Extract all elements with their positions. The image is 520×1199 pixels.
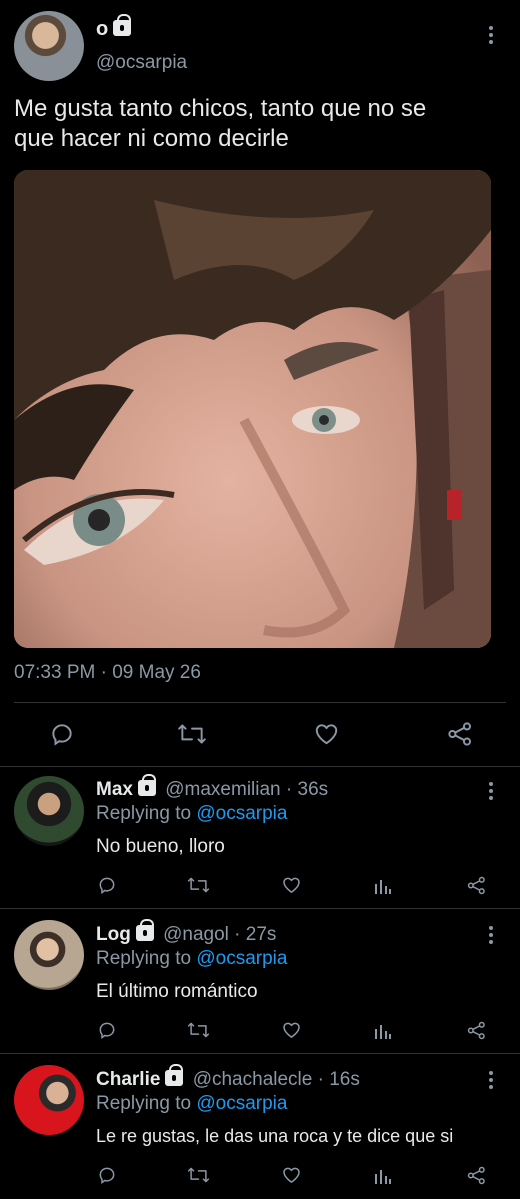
more-icon[interactable]: [489, 1071, 493, 1092]
divider: [0, 908, 520, 909]
replying-to-label: Replying to: [96, 1093, 192, 1114]
reply-display-name[interactable]: Max: [96, 779, 133, 800]
stats-button[interactable]: [374, 876, 392, 895]
reply-icon: [99, 1167, 115, 1184]
reply-text: El último romántico: [96, 981, 258, 1002]
reply-handle-time[interactable]: @maxemilian · 36s: [165, 779, 328, 800]
divider: [14, 702, 506, 703]
retweet-button[interactable]: [187, 1020, 210, 1040]
reply-display-name[interactable]: Charlie: [96, 1069, 160, 1090]
reply-avatar[interactable]: [14, 920, 84, 990]
lock-icon: [165, 1064, 184, 1086]
reply-icon: [99, 1022, 115, 1039]
like-icon: [283, 1167, 300, 1183]
like-icon: [315, 724, 338, 745]
share-button[interactable]: [446, 720, 474, 748]
stats-icon: [375, 1025, 391, 1039]
author-display-name[interactable]: o: [96, 18, 108, 40]
reply-text: No bueno, lloro: [96, 836, 225, 857]
like-button[interactable]: [281, 1165, 302, 1185]
retweet-button[interactable]: [187, 1165, 210, 1185]
reply-text: Le re gustas, le das una roca y te dice …: [96, 1126, 454, 1146]
author-handle[interactable]: @ocsarpia: [96, 52, 187, 74]
share-icon: [467, 876, 485, 895]
retweet-icon: [187, 1022, 210, 1038]
stats-icon: [375, 1170, 391, 1184]
retweet-icon: [178, 724, 206, 744]
replying-to-link[interactable]: @ocsarpia: [196, 948, 287, 969]
stats-button[interactable]: [374, 1021, 392, 1040]
reply-button[interactable]: [97, 1020, 117, 1040]
retweet-icon: [187, 1167, 210, 1183]
more-icon[interactable]: [489, 926, 493, 947]
reply-button[interactable]: [97, 1165, 117, 1185]
stats-icon: [375, 880, 391, 894]
divider: [0, 766, 520, 767]
replying-to-label: Replying to: [96, 803, 192, 824]
replying-to-link[interactable]: @ocsarpia: [196, 1093, 287, 1114]
replying-to-link[interactable]: @ocsarpia: [196, 803, 287, 824]
divider: [0, 1053, 520, 1054]
reply-handle-time[interactable]: @nagol · 27s: [163, 924, 276, 945]
reply-display-name[interactable]: Log: [96, 924, 131, 945]
lock-icon: [137, 774, 156, 796]
reply-icon: [99, 877, 115, 894]
reply-button[interactable]: [97, 875, 117, 895]
share-button[interactable]: [466, 1020, 487, 1041]
share-button[interactable]: [466, 875, 487, 896]
tweet-text: Me gusta tanto chicos, tanto que no se q…: [14, 94, 426, 154]
lock-icon: [135, 919, 154, 941]
retweet-button[interactable]: [177, 721, 207, 747]
share-icon: [448, 722, 472, 746]
like-button[interactable]: [281, 1020, 302, 1040]
like-button[interactable]: [281, 875, 302, 895]
share-icon: [467, 1021, 485, 1040]
like-icon: [283, 877, 300, 893]
like-button[interactable]: [313, 721, 340, 747]
reply-button[interactable]: [49, 721, 75, 747]
retweet-button[interactable]: [187, 875, 210, 895]
reply-icon: [52, 724, 72, 746]
reply-avatar[interactable]: [14, 1065, 84, 1135]
reply-handle-time[interactable]: @chachalecle · 16s: [193, 1069, 360, 1090]
more-icon[interactable]: [489, 782, 493, 803]
tweet-text-line: Me gusta tanto chicos, tanto que no se: [14, 95, 427, 122]
tweet-timestamp[interactable]: 07:33 PM · 09 May 26: [14, 662, 201, 684]
tweet-photo[interactable]: [14, 170, 491, 648]
lock-icon: [113, 14, 132, 36]
photo-content: [14, 170, 491, 648]
stats-button[interactable]: [374, 1166, 392, 1185]
share-button[interactable]: [466, 1165, 487, 1186]
replying-to-label: Replying to: [96, 948, 192, 969]
tweet-text-line: que hacer ni como decirle: [14, 125, 289, 152]
retweet-icon: [187, 877, 210, 893]
share-icon: [467, 1166, 485, 1185]
like-icon: [283, 1022, 300, 1038]
more-icon[interactable]: [489, 26, 493, 47]
author-avatar[interactable]: [14, 11, 84, 81]
reply-avatar[interactable]: [14, 776, 84, 846]
